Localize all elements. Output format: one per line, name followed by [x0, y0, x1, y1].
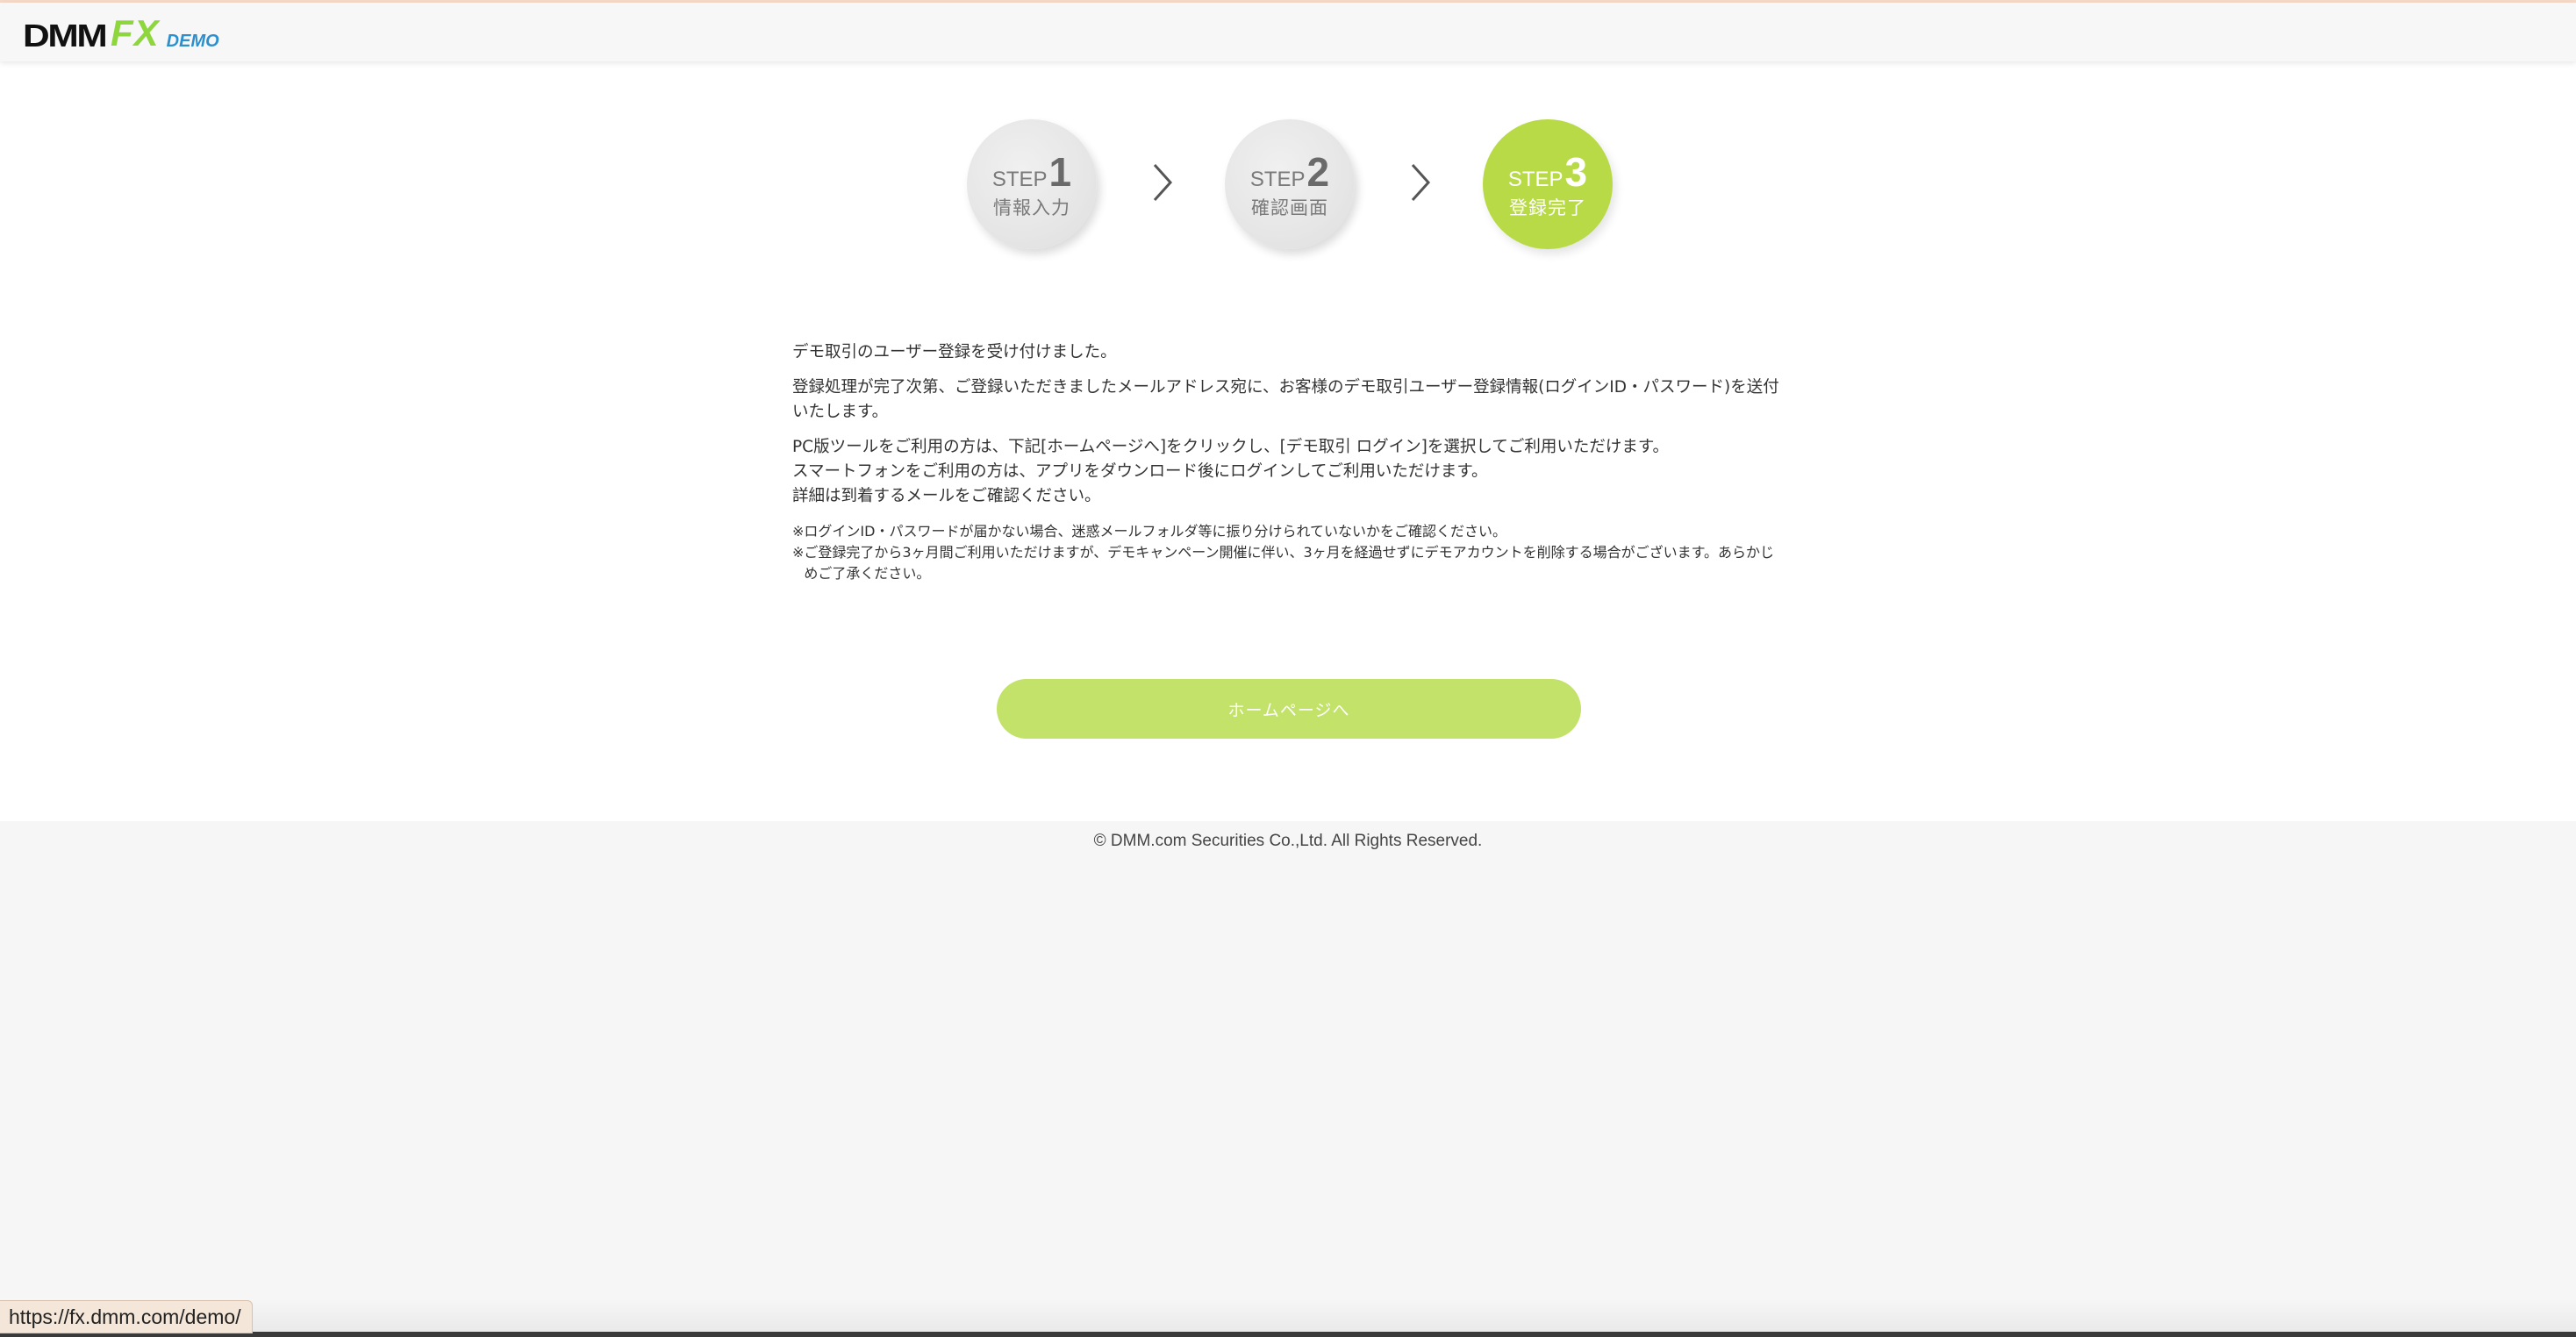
step-3-number: 3 — [1564, 149, 1588, 195]
chevron-right-icon — [1153, 163, 1173, 202]
status-bar-url: https://fx.dmm.com/demo/ — [0, 1300, 253, 1333]
bottom-edge-bar — [0, 1332, 2576, 1337]
note-mark: ※ — [792, 523, 805, 540]
chevron-right-icon — [1411, 163, 1431, 202]
step-2-word: STEP — [1249, 168, 1306, 191]
note-mark: ※ — [792, 544, 805, 561]
step-2-circle: STEP 2 確認画面 — [1225, 119, 1355, 249]
note-text: ご登録完了から3ヶ月間ご利用いただけますが、デモキャンペーン開催に伴い、3ヶ月を… — [804, 544, 1775, 582]
dmm-fx-demo-logo[interactable]: DMM FX DEMO — [23, 13, 219, 52]
step-3-circle-active: STEP 3 登録完了 — [1483, 119, 1613, 249]
completion-message: デモ取引のユーザー登録を受け付けました。 登録処理が完了次第、ご登録いただきまし… — [792, 340, 1785, 584]
main-content: STEP 1 情報入力 STEP 2 確認画面 STEP 3 登録完了 デモ取引… — [0, 61, 2576, 821]
notes: ※ ログインID・パスワードが届かない場合、迷惑メールフォルダ等に振り分けられて… — [792, 521, 1785, 584]
registration-steps: STEP 1 情報入力 STEP 2 確認画面 STEP 3 登録完了 — [967, 119, 1613, 251]
logo-fx-text: FX — [110, 12, 160, 54]
site-footer: © DMM.com Securities Co.,Ltd. All Rights… — [0, 821, 2576, 851]
step-2-label: 確認画面 — [1251, 197, 1328, 218]
homepage-button[interactable]: ホームページへ — [997, 679, 1581, 739]
step-3-label: 登録完了 — [1509, 197, 1586, 218]
note-item: ※ ログインID・パスワードが届かない場合、迷惑メールフォルダ等に振り分けられて… — [792, 521, 1785, 542]
logo-demo-text: DEMO — [166, 32, 219, 51]
step-1-number: 1 — [1048, 149, 1072, 195]
logo-dmm-text: DMM — [23, 18, 108, 54]
homepage-button-label: ホームページへ — [1227, 700, 1350, 720]
step-3-word: STEP — [1507, 168, 1563, 191]
message-usage-pc: PC版ツールをご利用の方は、下記[ホームページへ]をクリックし、[デモ取引 ログ… — [792, 438, 1669, 456]
step-1-label: 情報入力 — [993, 197, 1070, 218]
message-usage-info: PC版ツールをご利用の方は、下記[ホームページへ]をクリックし、[デモ取引 ログ… — [792, 435, 1785, 509]
step-1-word: STEP — [991, 168, 1048, 191]
note-item: ※ ご登録完了から3ヶ月間ご利用いただけますが、デモキャンペーン開催に伴い、3ヶ… — [792, 542, 1785, 584]
message-email-notice: 登録処理が完了次第、ご登録いただきましたメールアドレス宛に、お客様のデモ取引ユー… — [792, 378, 1779, 421]
step-1-circle: STEP 1 情報入力 — [967, 119, 1097, 249]
note-text: ログインID・パスワードが届かない場合、迷惑メールフォルダ等に振り分けられていな… — [804, 523, 1506, 540]
message-received: デモ取引のユーザー登録を受け付けました。 — [792, 343, 1117, 361]
site-header: DMM FX DEMO — [0, 3, 2576, 61]
step-2-number: 2 — [1306, 149, 1330, 195]
message-usage-smartphone: スマートフォンをご利用の方は、アプリをダウンロード後にログインしてご利用いただけ… — [792, 462, 1488, 481]
copyright-text: © DMM.com Securities Co.,Ltd. All Rights… — [1093, 832, 1483, 850]
message-usage-details: 詳細は到着するメールをご確認ください。 — [792, 487, 1101, 505]
